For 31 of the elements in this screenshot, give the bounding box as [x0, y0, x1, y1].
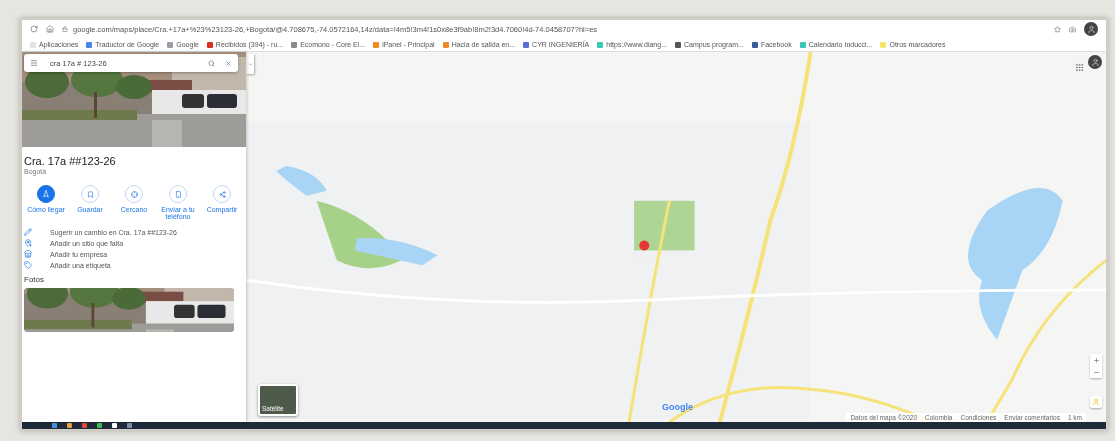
- pencil-icon: [24, 228, 32, 236]
- apps-icon[interactable]: [1075, 63, 1084, 72]
- reload-icon[interactable]: [30, 25, 38, 33]
- bookmark-icon: [86, 190, 94, 198]
- plus-icon: [1092, 356, 1100, 364]
- taskbar-icon[interactable]: [112, 423, 117, 428]
- taskbar-icon[interactable]: [97, 423, 102, 428]
- place-title: Cra. 17a ##123-26: [24, 155, 117, 167]
- zoom-out-button[interactable]: [1090, 366, 1102, 378]
- collapse-button[interactable]: [246, 54, 254, 74]
- photos-heading: Fotos: [24, 275, 45, 284]
- pegman-icon[interactable]: [1090, 396, 1102, 408]
- avatar-icon[interactable]: [1084, 22, 1098, 36]
- taskbar-icon[interactable]: [82, 423, 87, 428]
- phone-icon: [174, 190, 182, 198]
- camera-icon[interactable]: [1069, 25, 1076, 33]
- home-icon[interactable]: [46, 25, 54, 33]
- taskbar-icon[interactable]: [127, 423, 132, 428]
- zoom-in-button[interactable]: [1090, 354, 1102, 366]
- taskbar-icon[interactable]: [67, 423, 72, 428]
- google-logo: Google: [662, 402, 693, 412]
- caret-icon: [247, 61, 253, 67]
- directions-icon: [42, 190, 50, 198]
- store-icon: [24, 250, 32, 258]
- taskbar-icon[interactable]: [52, 423, 57, 428]
- pin-plus-icon: [24, 239, 32, 247]
- star-icon[interactable]: [1054, 25, 1061, 33]
- share-icon: [218, 190, 226, 198]
- lock-icon: [62, 26, 68, 32]
- tag-icon: [24, 261, 32, 269]
- crosshair-icon: [130, 190, 138, 198]
